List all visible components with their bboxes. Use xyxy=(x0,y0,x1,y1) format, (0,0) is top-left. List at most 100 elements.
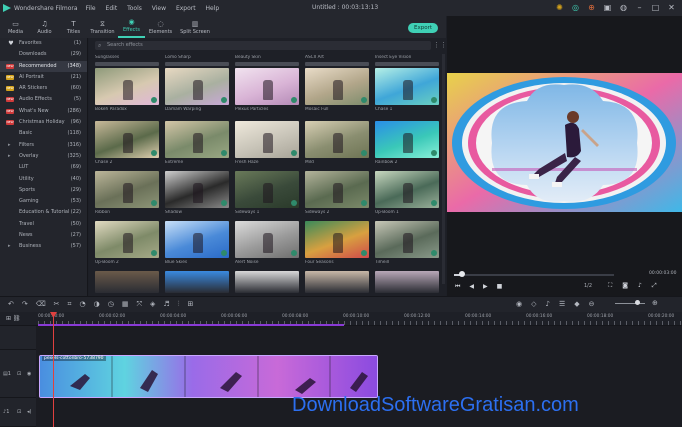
effect-thumbnail[interactable] xyxy=(235,62,299,66)
download-icon[interactable] xyxy=(431,97,437,103)
playback-ratio[interactable]: 1/2 xyxy=(584,283,592,289)
split-audio-icon[interactable]: ⫶ xyxy=(178,300,180,309)
sidebar-item-audio-effects[interactable]: NEW Audio Effects (5) xyxy=(0,94,87,105)
grid-view-icon[interactable]: ⋮⋮ xyxy=(433,41,447,49)
sidebar-item-business[interactable]: ▸ Business (57) xyxy=(0,241,87,252)
camera-snapshot-icon[interactable]: ◙ xyxy=(622,282,628,290)
lock-icon[interactable]: ⊡ xyxy=(17,371,21,377)
download-icon[interactable] xyxy=(291,97,297,103)
render-icon[interactable]: ◉ xyxy=(516,300,522,308)
fullscreen-icon[interactable]: ⛶ xyxy=(608,282,612,290)
sidebar-item-travel[interactable]: Travel (50) xyxy=(0,219,87,230)
mic-icon[interactable]: ♪ xyxy=(546,300,550,308)
menu-edit[interactable]: Edit xyxy=(106,5,118,12)
tab-elements[interactable]: ◌ Elements xyxy=(147,16,174,38)
effect-thumbnail[interactable] xyxy=(305,171,369,208)
sidebar-item-lut[interactable]: LUT (69) xyxy=(0,162,87,173)
effect-thumbnail[interactable] xyxy=(375,221,439,258)
tab-audio[interactable]: ♫ Audio xyxy=(31,16,58,38)
download-icon[interactable] xyxy=(361,97,367,103)
sidebar-item-favorites[interactable]: ♥ Favorites (1) xyxy=(0,38,87,49)
sidebar-item-filters[interactable]: ▸ Filters (316) xyxy=(0,140,87,151)
timer-icon[interactable]: ◷ xyxy=(108,300,114,309)
download-icon[interactable] xyxy=(221,250,227,256)
download-icon[interactable] xyxy=(431,200,437,206)
redo-icon[interactable]: ↷ xyxy=(22,300,28,309)
crop-icon[interactable]: ⌗ xyxy=(68,300,72,309)
sidebar-item-ai-portrait[interactable]: NEW AI Portrait (21) xyxy=(0,72,87,83)
effect-thumbnail[interactable] xyxy=(235,171,299,208)
step-back-icon[interactable]: ⏮ xyxy=(455,283,460,291)
menu-view[interactable]: View xyxy=(152,5,166,12)
effect-thumbnail[interactable] xyxy=(95,271,159,293)
download-icon[interactable] xyxy=(361,200,367,206)
effect-thumbnail[interactable] xyxy=(235,271,299,293)
effect-thumbnail[interactable] xyxy=(375,68,439,105)
download-icon[interactable] xyxy=(221,150,227,156)
effect-thumbnail[interactable] xyxy=(235,68,299,105)
marker-icon[interactable]: ◆ xyxy=(574,300,579,308)
shield-icon[interactable]: ◇ xyxy=(531,300,536,308)
play-icon[interactable]: ▶ xyxy=(483,283,488,291)
fit-icon[interactable]: ⤧ xyxy=(136,300,142,309)
menu-export[interactable]: Export xyxy=(176,5,196,12)
menu-file[interactable]: File xyxy=(86,5,96,12)
audio-adjust-icon[interactable]: ♬ xyxy=(163,300,169,309)
effect-thumbnail[interactable] xyxy=(305,221,369,258)
voiceover-icon[interactable]: ☰ xyxy=(559,300,565,308)
close-icon[interactable]: ✕ xyxy=(667,3,676,12)
headset-icon[interactable]: ◎ xyxy=(571,3,580,12)
stabilize-icon[interactable]: ◈ xyxy=(150,300,155,309)
tab-transition[interactable]: ⧖ Transition xyxy=(89,16,116,38)
preview-progress-handle[interactable] xyxy=(459,271,465,277)
expand-icon[interactable]: ⤢ xyxy=(652,282,657,290)
effect-thumbnail[interactable] xyxy=(95,121,159,158)
effect-thumbnail[interactable] xyxy=(235,121,299,158)
effect-thumbnail[interactable] xyxy=(375,271,439,293)
video-clip[interactable] xyxy=(39,355,378,398)
effect-thumbnail[interactable] xyxy=(165,68,229,105)
caret-right-icon[interactable]: ▸ xyxy=(8,151,11,162)
download-icon[interactable] xyxy=(151,200,157,206)
download-icon[interactable] xyxy=(431,150,437,156)
volume-icon[interactable]: ♪ xyxy=(638,282,642,290)
save-icon[interactable]: ▣ xyxy=(603,3,612,12)
sidebar-item-news[interactable]: News (27) xyxy=(0,230,87,241)
green-screen-icon[interactable]: ▦ xyxy=(122,300,129,309)
effect-thumbnail[interactable] xyxy=(165,171,229,208)
menu-help[interactable]: Help xyxy=(206,5,220,12)
effect-thumbnail[interactable] xyxy=(165,271,229,293)
caret-right-icon[interactable]: ▸ xyxy=(8,140,11,151)
notification-icon[interactable]: ◍ xyxy=(619,3,628,12)
effects-scrollbar[interactable] xyxy=(442,54,445,284)
sidebar-item-downloads[interactable]: Downloads (29) xyxy=(0,49,87,60)
lock-icon[interactable]: ⊡ xyxy=(17,409,21,415)
maximize-icon[interactable]: □ xyxy=(651,3,660,12)
effect-thumbnail[interactable] xyxy=(305,68,369,105)
zoom-in-icon[interactable]: ⊕ xyxy=(652,299,658,307)
effect-thumbnail[interactable] xyxy=(165,62,229,66)
preview-progress-track[interactable] xyxy=(454,274,614,276)
effect-thumbnail[interactable] xyxy=(95,221,159,258)
cart-icon[interactable]: ⊕ xyxy=(587,3,596,12)
playhead[interactable] xyxy=(53,312,54,427)
download-icon[interactable] xyxy=(291,150,297,156)
tab-titles[interactable]: T Titles xyxy=(60,16,87,38)
effect-thumbnail[interactable] xyxy=(305,121,369,158)
minimize-icon[interactable]: – xyxy=(635,3,644,12)
download-icon[interactable] xyxy=(291,250,297,256)
download-icon[interactable] xyxy=(151,150,157,156)
effect-thumbnail[interactable] xyxy=(305,271,369,293)
motion-icon[interactable]: ⊞ xyxy=(187,300,193,309)
search-effects-input[interactable]: ⌕ Search effects xyxy=(95,41,431,50)
zoom-slider[interactable] xyxy=(615,303,645,304)
sidebar-item-education-tutorial[interactable]: Education & Tutorial (22) xyxy=(0,207,87,218)
effect-thumbnail[interactable] xyxy=(375,62,439,66)
download-icon[interactable] xyxy=(151,250,157,256)
sidebar-item-ar-stickers[interactable]: NEW AR Stickers (60) xyxy=(0,83,87,94)
sidebar-item-christmas-holiday[interactable]: NEW Christmas Holiday (96) xyxy=(0,117,87,128)
download-icon[interactable] xyxy=(431,250,437,256)
sidebar-item-basic[interactable]: Basic (118) xyxy=(0,128,87,139)
download-icon[interactable] xyxy=(221,97,227,103)
menu-tools[interactable]: Tools xyxy=(127,5,142,12)
